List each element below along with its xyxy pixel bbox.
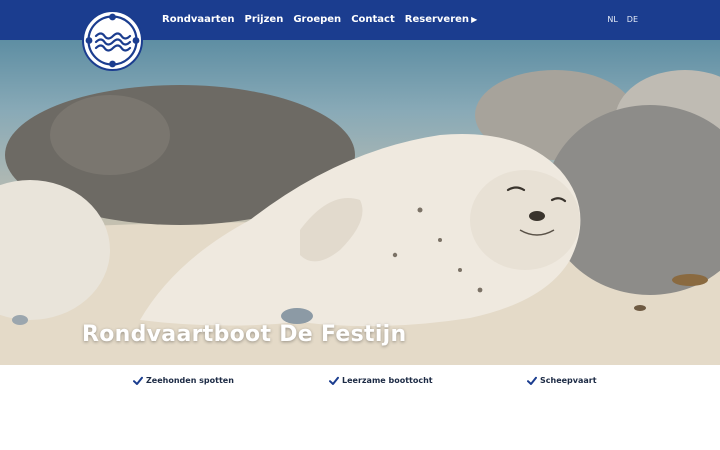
feature-list: Zeehonden spotten Leerzame boottocht Sch…: [0, 365, 720, 450]
hero-banner: Rondvaartboot De Festijn: [0, 40, 720, 365]
language-de-link[interactable]: DE: [627, 14, 638, 26]
nav-contact[interactable]: Contact: [351, 13, 395, 27]
language-nl-link[interactable]: NL: [607, 14, 617, 26]
wave-circle-logo-icon[interactable]: [82, 10, 143, 71]
feature-item: Scheepvaart: [527, 375, 597, 387]
feature-item: Zeehonden spotten: [133, 375, 234, 387]
check-icon: [329, 376, 339, 385]
nav-prijzen[interactable]: Prijzen: [244, 13, 283, 27]
nav-reserveren[interactable]: Reserveren ▶: [405, 13, 477, 27]
check-icon: [527, 376, 537, 385]
hero-title: Rondvaartboot De Festijn: [82, 322, 407, 347]
nav-groepen[interactable]: Groepen: [293, 13, 341, 27]
feature-item: Leerzame boottocht: [329, 375, 433, 387]
triangle-right-icon: ▶: [471, 15, 478, 24]
feature-label: Leerzame boottocht: [342, 376, 433, 385]
nav-reserveren-label: Reserveren: [404, 14, 470, 25]
resting-seal-on-beach-photo: [0, 70, 720, 365]
feature-label: Zeehonden spotten: [146, 376, 234, 385]
check-icon: [133, 376, 143, 385]
nav-rondvaarten[interactable]: Rondvaarten: [162, 13, 234, 27]
language-switcher: NL DE: [607, 14, 638, 26]
main-navigation: Rondvaarten Prijzen Groepen Contact Rese…: [162, 13, 477, 27]
feature-label: Scheepvaart: [540, 376, 597, 385]
